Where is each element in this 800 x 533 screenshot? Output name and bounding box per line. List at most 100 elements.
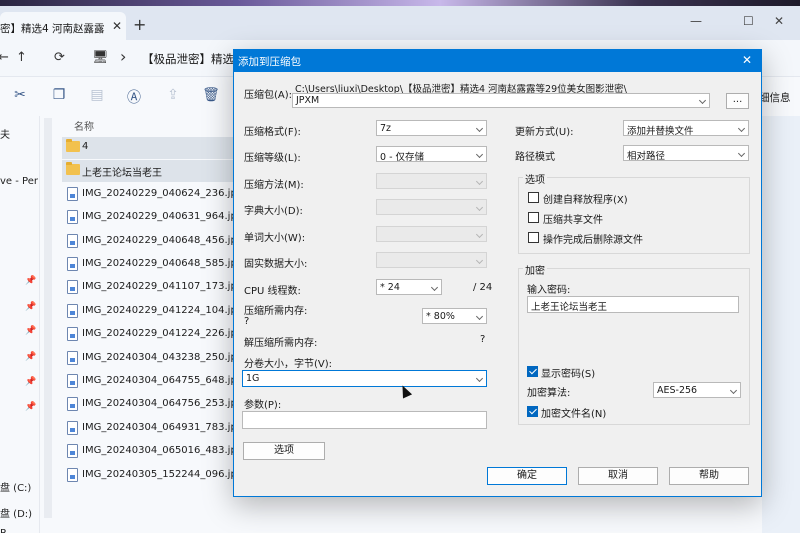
minimize-button[interactable]: —	[690, 14, 702, 28]
file-row[interactable]: IMG_20240229_041224_104.jpg	[62, 301, 243, 323]
navigation-scrollbar[interactable]	[44, 118, 52, 518]
format-select[interactable]: 7z	[376, 120, 487, 136]
close-window-button[interactable]: ✕	[774, 14, 784, 28]
ok-button[interactable]: 确定	[487, 467, 567, 485]
share-icon[interactable]: ⇪	[164, 87, 182, 105]
file-row[interactable]: IMG_20240229_040648_456.jpg	[62, 231, 243, 253]
encryption-method-value: AES-256	[657, 385, 698, 396]
nav-item-quick-access[interactable]: 夫	[0, 126, 10, 141]
create-sfx-checkbox[interactable]	[528, 192, 539, 203]
file-name: IMG_20240304_043238_250.jpg	[82, 351, 244, 363]
breadcrumb-path[interactable]: 【极品泄密】精选	[142, 51, 234, 67]
file-row[interactable]: IMG_20240305_152244_096.jpg	[62, 465, 244, 487]
file-row[interactable]: IMG_20240229_041224_226.jpg	[62, 324, 243, 346]
refresh-icon[interactable]: ⟳	[54, 50, 65, 65]
paste-icon[interactable]: ▤	[88, 87, 106, 105]
volume-size-combo[interactable]: 1G	[242, 370, 487, 387]
pin-icon: 📌	[25, 326, 37, 336]
encrypt-names-checkbox[interactable]	[527, 406, 538, 417]
file-name: 上老王论坛当老王	[82, 168, 162, 180]
update-mode-value: 添加并替换文件	[627, 126, 694, 137]
archive-name-combo[interactable]: JPXM	[292, 93, 710, 108]
image-file-icon	[67, 420, 78, 435]
method-select[interactable]	[376, 173, 487, 189]
archive-label: 压缩包(A):	[244, 90, 293, 101]
file-row[interactable]: IMG_20240304_064755_648.jpg	[62, 371, 244, 393]
chevron-down-icon	[475, 150, 484, 159]
cpu-threads-select[interactable]: * 24	[376, 279, 442, 295]
tab-current-folder[interactable]: 密】精选4 河南赵露露 ✕	[0, 12, 126, 40]
breadcrumb-chevron-icon: ›	[120, 47, 127, 66]
file-row[interactable]: IMG_20240229_040631_964.jpg	[62, 207, 243, 229]
tab-title: 密】精选4 河南赵露露	[0, 23, 105, 35]
word-size-select[interactable]	[376, 226, 487, 242]
nav-item-drive-c[interactable]: 盘 (C:)	[0, 479, 31, 494]
nav-item-drive-d[interactable]: 盘 (D:)	[0, 505, 32, 520]
image-file-icon	[67, 280, 78, 295]
nav-item-more[interactable]: R	[0, 528, 7, 533]
tab-close-icon[interactable]: ✕	[112, 19, 122, 33]
chevron-down-icon	[729, 386, 738, 395]
browse-button[interactable]: ...	[726, 93, 749, 109]
cancel-button[interactable]: 取消	[578, 467, 658, 485]
this-pc-icon[interactable]: 🖥	[92, 50, 109, 65]
path-mode-select[interactable]: 相对路径	[623, 145, 749, 162]
delete-after-label: 操作完成后删除源文件	[543, 235, 643, 246]
maximize-button[interactable]: ☐	[743, 14, 754, 28]
show-password-checkbox[interactable]	[527, 366, 538, 377]
details-button[interactable]: 细信息	[759, 90, 791, 105]
new-tab-button[interactable]: +	[133, 15, 146, 34]
solid-size-select[interactable]	[376, 252, 487, 268]
cpu-threads-value: * 24	[380, 282, 400, 293]
file-row[interactable]: IMG_20240304_065016_483.jpg	[62, 441, 243, 463]
encryption-group: 加密 输入密码: 上老王论坛当老王 显示密码(S) 加密算法: AES-256 …	[518, 262, 750, 425]
column-header-name[interactable]: 名称	[74, 118, 94, 133]
help-button[interactable]: 帮助	[669, 467, 749, 485]
decompress-memory-unknown: ?	[480, 334, 486, 345]
pin-icon: 📌	[25, 377, 37, 387]
parameters-input[interactable]	[242, 411, 487, 429]
file-row[interactable]: IMG_20240229_040624_236.jpg	[62, 184, 243, 206]
copy-icon[interactable]: ❐	[50, 87, 68, 105]
encryption-method-label: 加密算法:	[527, 388, 571, 399]
rename-icon[interactable]: Ⓐ	[125, 87, 143, 106]
encryption-method-select[interactable]: AES-256	[653, 382, 741, 398]
file-row[interactable]: IMG_20240304_043238_250.jpg	[62, 348, 244, 370]
dialog-close-icon[interactable]: ✕	[742, 53, 752, 67]
encrypt-names-label: 加密文件名(N)	[541, 409, 607, 420]
up-icon[interactable]: ↑	[16, 50, 27, 65]
chevron-down-icon	[737, 149, 746, 158]
delete-icon[interactable]: 🗑	[202, 87, 220, 105]
options-group-title: 选项	[523, 171, 547, 186]
file-row[interactable]: IMG_20240229_041107_173.jpg	[62, 277, 243, 299]
folder-row[interactable]: 上老王论坛当老王	[62, 160, 242, 183]
format-label: 压缩格式(F):	[244, 127, 301, 138]
file-row[interactable]: IMG_20240304_064756_253.jpg	[62, 394, 243, 416]
dialog-title-bar[interactable]: 添加到压缩包 ✕	[234, 50, 761, 72]
archive-name-value: JPXM	[296, 95, 320, 106]
delete-after-checkbox[interactable]	[528, 232, 539, 243]
memory-usage-select[interactable]: * 80%	[422, 308, 487, 324]
chevron-down-icon	[475, 177, 484, 186]
file-row[interactable]: IMG_20240229_040648_585.jpg	[62, 254, 243, 276]
back-icon[interactable]: ←	[0, 50, 9, 65]
dict-size-select[interactable]	[376, 199, 487, 215]
image-file-icon	[67, 444, 78, 459]
update-mode-select[interactable]: 添加并替换文件	[623, 120, 749, 137]
cut-icon[interactable]: ✂	[11, 87, 29, 105]
file-name: IMG_20240304_064755_648.jpg	[82, 375, 244, 386]
password-input[interactable]: 上老王论坛当老王	[527, 296, 739, 313]
file-name: IMG_20240305_152244_096.jpg	[82, 468, 244, 480]
level-select[interactable]: 0 - 仅存储	[376, 146, 487, 163]
file-name: IMG_20240304_064931_783.jpg	[82, 421, 244, 433]
folder-row[interactable]: 4	[62, 137, 242, 159]
nav-item-onedrive[interactable]: ve - Per	[0, 176, 38, 187]
chevron-down-icon	[475, 312, 484, 321]
dialog-title: 添加到压缩包	[238, 56, 301, 68]
options-button[interactable]: 选项	[243, 442, 325, 460]
compress-shared-checkbox[interactable]	[528, 212, 539, 223]
format-value: 7z	[380, 123, 392, 134]
file-row[interactable]: IMG_20240304_064931_783.jpg	[62, 418, 244, 440]
memory-usage-value: * 80%	[426, 311, 455, 322]
chevron-down-icon	[698, 96, 707, 105]
